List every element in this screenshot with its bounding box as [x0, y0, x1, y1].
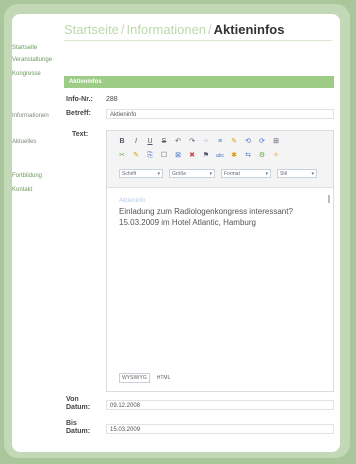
pencil-icon[interactable]: ✎	[131, 151, 141, 161]
rich-text-editor[interactable]: B I U S ↶ ↷ ⁘ ≡ ✎ ⟲ ⟳ ⊞ ✂ ✎ ⎘ ☐ ⊠ ✖ ⚑ ab…	[106, 130, 334, 392]
rotate-right-icon[interactable]: ⟳	[257, 137, 267, 147]
bis-datum-input[interactable]: 15.03.2009	[106, 424, 334, 434]
delete-icon[interactable]: ✖	[187, 151, 197, 161]
format-select[interactable]: Format	[221, 169, 271, 179]
panel-title: Aktieninfos	[69, 79, 102, 85]
edit-icon[interactable]: ✎	[229, 137, 239, 147]
editor-mode-tabs: WYSIWYG HTML	[119, 373, 173, 383]
box-icon[interactable]: ☐	[159, 151, 169, 161]
screen-card: Startseite Veranstaltungen Kongresse Inf…	[12, 14, 340, 452]
tab-html[interactable]: HTML	[154, 373, 174, 383]
nav-item-3[interactable]: Kongresse	[12, 70, 52, 78]
breadcrumb-home[interactable]: Startseite	[64, 22, 119, 37]
bis-datum-label: Bis Datum:	[66, 420, 91, 435]
align-icon[interactable]: ≡	[215, 137, 225, 147]
sparkle-icon[interactable]: ✧	[271, 151, 281, 161]
undo-icon[interactable]: ↶	[173, 137, 183, 147]
settings-icon[interactable]: ⚙	[257, 151, 267, 161]
swap-icon[interactable]: ⇆	[243, 151, 253, 161]
text-label: Text:	[72, 131, 89, 138]
tab-wysiwyg[interactable]: WYSIWYG	[119, 373, 150, 383]
breadcrumb: Startseite / Informationen / Aktieninfos	[64, 22, 284, 37]
info-nr-label: Info-Nr.:	[66, 96, 93, 103]
list-icon[interactable]: ⁘	[201, 137, 211, 147]
flag-icon[interactable]: ⚑	[201, 151, 211, 161]
toolbar-row-2: ✂ ✎ ⎘ ☐ ⊠ ✖ ⚑ abc ✱ ⇆ ⚙ ✧	[117, 151, 281, 161]
nav-item-6[interactable]: Fortbildung	[12, 172, 52, 180]
breadcrumb-divider	[64, 40, 332, 41]
betreff-input[interactable]: Aktieninfo	[106, 109, 334, 119]
size-select[interactable]: Größe	[169, 169, 215, 179]
cut-icon[interactable]: ✂	[117, 151, 127, 161]
nav-item-1[interactable]: Startseite	[12, 44, 52, 52]
nav-item-7[interactable]: Kontakt	[12, 186, 52, 194]
redo-icon[interactable]: ↷	[187, 137, 197, 147]
panel-header: Aktieninfos	[64, 76, 334, 88]
nav-item-4[interactable]: Informationen	[12, 112, 52, 120]
editor-toolbar: B I U S ↶ ↷ ⁘ ≡ ✎ ⟲ ⟳ ⊞ ✂ ✎ ⎘ ☐ ⊠ ✖ ⚑ ab…	[107, 131, 333, 188]
table-icon[interactable]: ⊞	[271, 137, 281, 147]
star-icon[interactable]: ✱	[229, 151, 239, 161]
betreff-label: Betreff:	[66, 110, 91, 117]
italic-icon[interactable]: I	[131, 137, 141, 147]
underline-icon[interactable]: U	[145, 137, 155, 147]
von-datum-input[interactable]: 09.12.2008	[106, 400, 334, 410]
rotate-left-icon[interactable]: ⟲	[243, 137, 253, 147]
editor-placeholder: Aktieninfo	[119, 198, 146, 204]
info-nr-value: 288	[106, 96, 118, 103]
editor-scrollbar[interactable]	[328, 195, 330, 203]
editor-content[interactable]: Aktieninfo Einladung zum Radiologenkongr…	[119, 197, 327, 228]
breadcrumb-info[interactable]: Informationen	[127, 22, 207, 37]
font-select[interactable]: Schrift	[119, 169, 163, 179]
breadcrumb-separator: /	[208, 22, 212, 37]
copy-icon[interactable]: ⎘	[145, 151, 155, 161]
left-nav: Startseite Veranstaltungen Kongresse Inf…	[12, 14, 54, 452]
nav-item-2[interactable]: Veranstaltungen	[12, 56, 52, 64]
nav-item-5[interactable]: Aktuelles	[12, 138, 52, 146]
style-select[interactable]: Stil	[277, 169, 317, 179]
toolbar-row-1: B I U S ↶ ↷ ⁘ ≡ ✎ ⟲ ⟳ ⊞	[117, 137, 281, 147]
von-datum-label: Von Datum:	[66, 396, 91, 411]
grid-icon[interactable]: ⊠	[173, 151, 183, 161]
editor-line-2: 15.03.2009 im Hotel Atlantic, Hamburg	[119, 218, 256, 227]
breadcrumb-current: Aktieninfos	[213, 22, 285, 37]
editor-line-1: Einladung zum Radiologenkongress interes…	[119, 207, 293, 216]
strikethrough-icon[interactable]: S	[159, 137, 169, 147]
spellcheck-icon[interactable]: abc	[215, 151, 225, 161]
bold-icon[interactable]: B	[117, 137, 127, 147]
breadcrumb-separator: /	[120, 22, 125, 37]
